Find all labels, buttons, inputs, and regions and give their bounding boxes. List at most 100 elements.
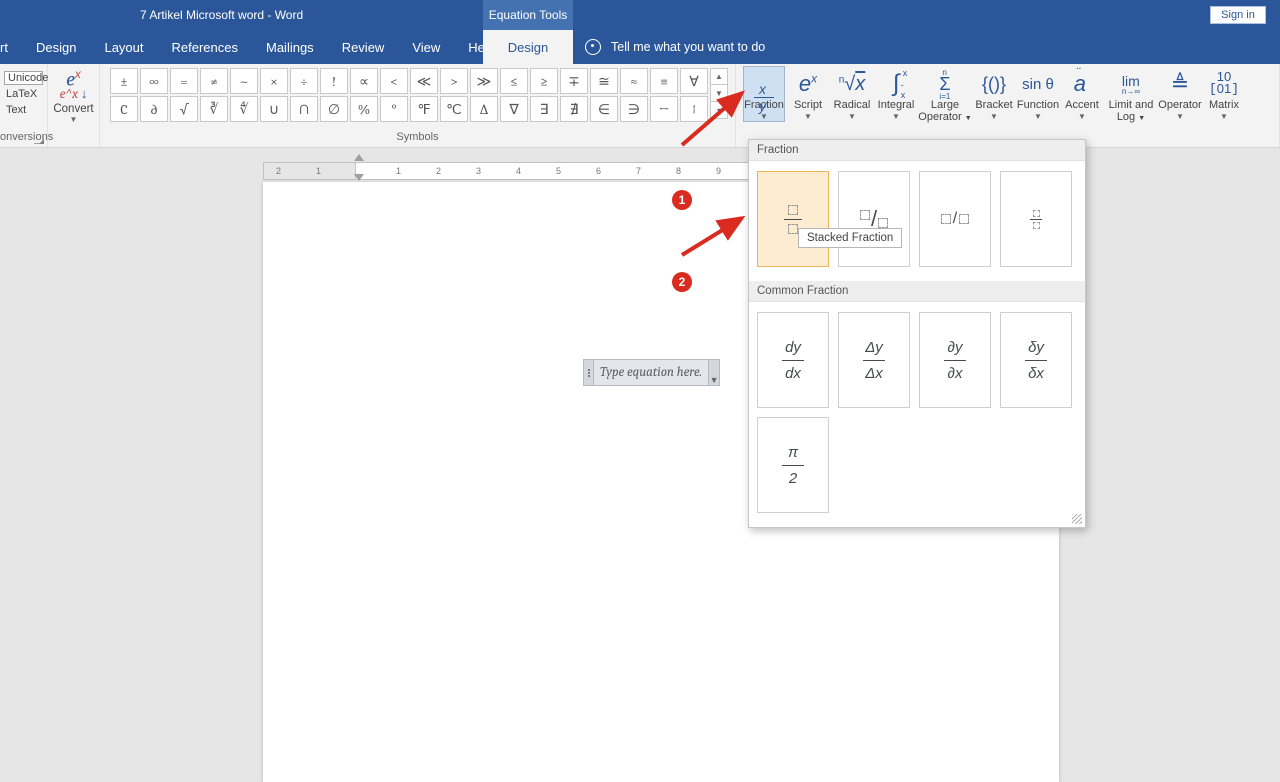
symbol-cell[interactable]: ∆: [470, 96, 498, 122]
structure-operator[interactable]: ≜Operator▼: [1159, 66, 1201, 122]
dialog-launcher-icon[interactable]: [34, 134, 44, 144]
symbol-cell[interactable]: ≠: [200, 68, 228, 94]
annotation-badge-2: 2: [672, 272, 692, 292]
convert-label: Convert: [53, 103, 93, 115]
tab-review[interactable]: Review: [328, 30, 399, 64]
radio-text[interactable]: Text: [4, 103, 43, 117]
tab-view[interactable]: View: [398, 30, 454, 64]
symbol-cell[interactable]: ∩: [290, 96, 318, 122]
symbol-gallery-spinner[interactable]: ▲ ▼ ▾: [710, 68, 728, 122]
tab-layout[interactable]: Layout: [90, 30, 157, 64]
contextual-tab-equation-tools[interactable]: Equation Tools: [483, 0, 573, 30]
symbol-cell[interactable]: ∋: [620, 96, 648, 122]
fraction-template-0[interactable]: [757, 171, 829, 267]
resize-grip-icon[interactable]: [1072, 514, 1082, 524]
symbol-cell[interactable]: %: [350, 96, 378, 122]
equation-placeholder[interactable]: Type equation here. ▼: [583, 359, 720, 386]
symbol-cell[interactable]: ∛: [200, 96, 228, 122]
fraction-template-2[interactable]: /: [919, 171, 991, 267]
symbol-cell[interactable]: !: [320, 68, 348, 94]
window-title: 7 Artikel Microsoft word - Word: [140, 0, 303, 30]
structure-integral[interactable]: ∫-xxIntegral▼: [875, 66, 917, 122]
symbol-cell[interactable]: =: [170, 68, 198, 94]
symbol-cell[interactable]: ℉: [410, 96, 438, 122]
symbol-cell[interactable]: ∃: [530, 96, 558, 122]
symbol-cell[interactable]: ×: [260, 68, 288, 94]
symbol-cell[interactable]: ≈: [620, 68, 648, 94]
convert-button[interactable]: ex e^x ↓ Convert ▼: [48, 64, 100, 147]
structure-radical[interactable]: n√xRadical▼: [831, 66, 873, 122]
fraction-template-1[interactable]: /: [838, 171, 910, 267]
symbol-cell[interactable]: ÷: [290, 68, 318, 94]
tell-me-search[interactable]: Tell me what you want to do: [585, 30, 765, 64]
ribbon: Unicode LaTeX Text onversions ex e^x ↓ C…: [0, 64, 1280, 148]
symbol-cell[interactable]: ≫: [470, 68, 498, 94]
group-symbols: ±∞=≠~×÷!∝<≪>≫≤≥∓≅≈≡∀ C∂√∛∜∪∩∅%°℉℃∆∇∃∄∈∋←…: [100, 64, 736, 147]
symbol-cell[interactable]: ≪: [410, 68, 438, 94]
radical-icon: n√x: [839, 69, 866, 99]
equation-dropdown[interactable]: ▼: [708, 359, 720, 386]
symbol-cell[interactable]: ≥: [530, 68, 558, 94]
structure-script[interactable]: exScript▼: [787, 66, 829, 122]
tab-mailings[interactable]: Mailings: [252, 30, 328, 64]
structure-large-operator[interactable]: Σni=1LargeOperator ▼: [919, 66, 971, 124]
structure-function[interactable]: sin θFunction▼: [1017, 66, 1059, 122]
symbol-cell[interactable]: ∪: [260, 96, 288, 122]
lightbulb-icon: [585, 39, 601, 55]
common-fraction-3[interactable]: δyδx: [1000, 312, 1072, 408]
chevron-down-icon: ▼: [990, 112, 998, 121]
fraction-icon: xy: [754, 69, 774, 99]
symbol-cell[interactable]: ↑: [680, 96, 708, 122]
common-fraction-2[interactable]: ∂y∂x: [919, 312, 991, 408]
indent-marker-top-icon[interactable]: [354, 154, 364, 161]
structure-matrix[interactable]: [1001]Matrix▼: [1203, 66, 1245, 122]
symbol-cell[interactable]: ∇: [500, 96, 528, 122]
tab-equation-design[interactable]: Design: [483, 30, 573, 64]
symbol-cell[interactable]: ∄: [560, 96, 588, 122]
radio-unicode[interactable]: Unicode: [4, 71, 43, 85]
symbol-cell[interactable]: ℃: [440, 96, 468, 122]
symbol-cell[interactable]: ≡: [650, 68, 678, 94]
symbol-cell[interactable]: ∅: [320, 96, 348, 122]
structure-limit-and-log[interactable]: limn→∞Limit andLog ▼: [1105, 66, 1157, 124]
chevron-up-icon[interactable]: ▲: [710, 68, 728, 85]
common-fraction-1[interactable]: ΔyΔx: [838, 312, 910, 408]
equation-handle-left[interactable]: [583, 359, 593, 386]
tab-insert-truncated[interactable]: sert: [0, 30, 22, 64]
symbol-cell[interactable]: ∝: [350, 68, 378, 94]
symbol-cell[interactable]: ∞: [140, 68, 168, 94]
indent-marker-bottom-icon[interactable]: [354, 174, 364, 181]
symbol-cell[interactable]: ≅: [590, 68, 618, 94]
symbol-cell[interactable]: ←: [650, 96, 678, 122]
structure-fraction[interactable]: xyFraction▼: [743, 66, 785, 122]
symbol-cell[interactable]: °: [380, 96, 408, 122]
group-structures: xyFraction▼exScript▼n√xRadical▼∫-xxInteg…: [736, 64, 1280, 147]
symbol-cell[interactable]: ±: [110, 68, 138, 94]
symbol-cell[interactable]: ∈: [590, 96, 618, 122]
symbol-cell[interactable]: >: [440, 68, 468, 94]
common-fraction-0[interactable]: dydx: [757, 312, 829, 408]
symbol-cell[interactable]: ∓: [560, 68, 588, 94]
operator-icon: ≜: [1171, 69, 1189, 99]
title-bar: 7 Artikel Microsoft word - Word Equation…: [0, 0, 1280, 30]
tab-references[interactable]: References: [158, 30, 252, 64]
symbol-cell[interactable]: √: [170, 96, 198, 122]
equation-input[interactable]: Type equation here.: [593, 359, 708, 386]
fraction-template-3[interactable]: [1000, 171, 1072, 267]
symbol-cell[interactable]: ∀: [680, 68, 708, 94]
symbol-cell[interactable]: ~: [230, 68, 258, 94]
tab-design[interactable]: Design: [22, 30, 90, 64]
radio-latex[interactable]: LaTeX: [4, 87, 43, 101]
symbol-cell[interactable]: ∜: [230, 96, 258, 122]
structure-bracket[interactable]: {()}Bracket▼: [973, 66, 1015, 122]
structure-accent[interactable]: a¨Accent▼: [1061, 66, 1103, 122]
more-icon[interactable]: ▾: [710, 102, 728, 119]
script-icon: ex: [799, 69, 817, 99]
symbol-cell[interactable]: C: [110, 96, 138, 122]
symbol-cell[interactable]: ∂: [140, 96, 168, 122]
symbol-cell[interactable]: ≤: [500, 68, 528, 94]
symbol-cell[interactable]: <: [380, 68, 408, 94]
signin-button[interactable]: Sign in: [1210, 6, 1266, 24]
chevron-down-icon[interactable]: ▼: [710, 85, 728, 102]
common-fraction-4[interactable]: π2: [757, 417, 829, 513]
